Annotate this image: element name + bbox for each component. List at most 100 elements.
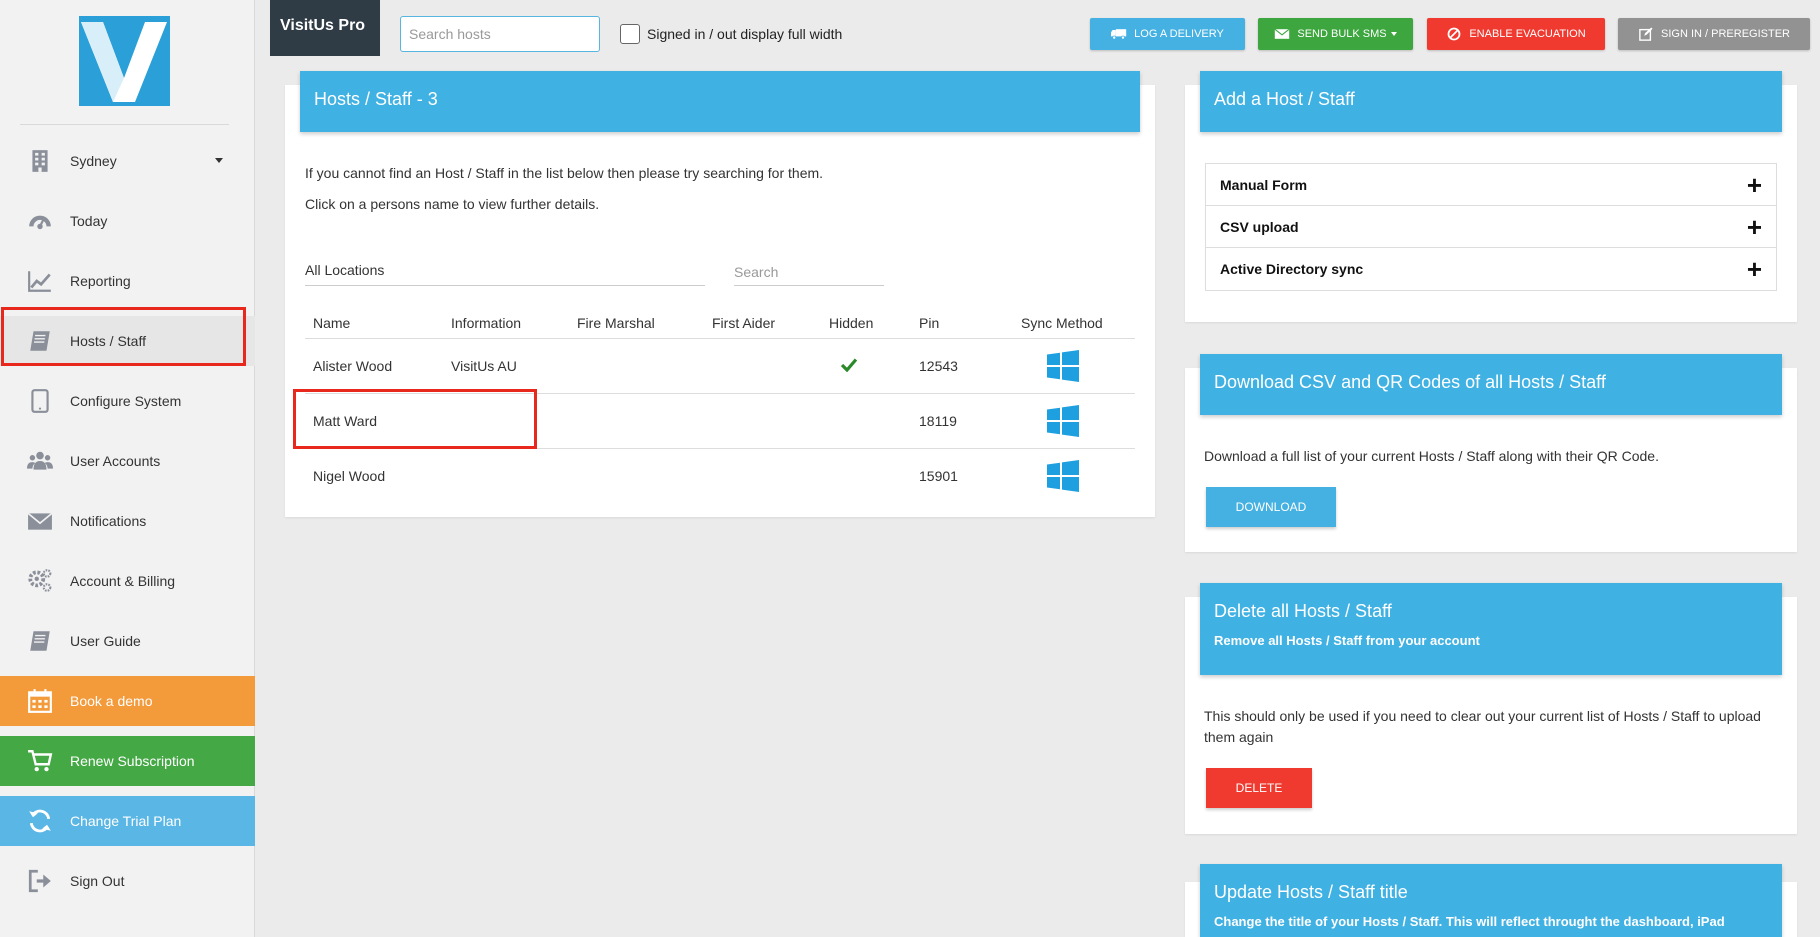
book-icon xyxy=(26,327,54,355)
location-label: Sydney xyxy=(70,153,117,169)
check-icon xyxy=(841,358,857,372)
table-divider xyxy=(305,393,1135,394)
full-width-toggle[interactable]: Signed in / out display full width xyxy=(620,24,842,44)
sidebar-item-label: Hosts / Staff xyxy=(70,333,146,349)
column-header-fire-marshal[interactable]: Fire Marshal xyxy=(577,315,655,331)
accordion-csv-upload[interactable]: CSV upload + xyxy=(1206,206,1776,248)
enable-evacuation-button[interactable]: ENABLE EVACUATION xyxy=(1427,18,1605,50)
sidebar-divider xyxy=(20,124,229,125)
location-filter-select[interactable]: All Locations xyxy=(305,258,705,286)
send-bulk-sms-label: SEND BULK SMS xyxy=(1297,28,1387,40)
accordion-label: Active Directory sync xyxy=(1220,261,1364,277)
sign-in-preregister-button[interactable]: SIGN IN / PREREGISTER xyxy=(1618,18,1810,50)
users-icon xyxy=(26,447,54,475)
app-brand: VisitUs Pro xyxy=(270,0,380,56)
sidebar-item-reporting[interactable]: Reporting xyxy=(0,256,255,306)
chart-icon xyxy=(26,267,54,295)
add-host-accordion: Manual Form + CSV upload + Active Direct… xyxy=(1205,163,1777,291)
windows-icon xyxy=(1047,405,1079,437)
accordion-manual-form[interactable]: Manual Form + xyxy=(1206,164,1776,206)
column-header-name[interactable]: Name xyxy=(313,315,350,331)
table-divider xyxy=(305,448,1135,449)
delete-panel-subtitle: Remove all Hosts / Staff from your accou… xyxy=(1214,633,1480,648)
host-pin: 15901 xyxy=(919,468,958,484)
download-panel-header: Download CSV and QR Codes of all Hosts /… xyxy=(1200,354,1782,415)
sidebar: Sydney Today Reporting Hosts / Staff Con… xyxy=(0,0,255,937)
download-panel-text: Download a full list of your current Hos… xyxy=(1204,448,1659,464)
accordion-label: Manual Form xyxy=(1220,176,1308,193)
hosts-search-input[interactable] xyxy=(734,258,884,286)
hosts-panel xyxy=(285,85,1155,517)
update-title-panel-subtitle: Change the title of your Hosts / Staff. … xyxy=(1214,914,1725,929)
envelope-icon xyxy=(1274,28,1290,39)
sidebar-item-label: User Guide xyxy=(70,633,141,649)
add-host-panel-header: Add a Host / Staff xyxy=(1200,71,1782,132)
edit-icon xyxy=(1639,27,1653,41)
host-pin: 12543 xyxy=(919,358,958,374)
update-title-panel-header: Update Hosts / Staff title Change the ti… xyxy=(1200,864,1782,937)
full-width-label: Signed in / out display full width xyxy=(647,26,843,42)
hosts-intro-text: If you cannot find an Host / Staff in th… xyxy=(305,165,824,181)
sidebar-item-user-guide[interactable]: User Guide xyxy=(0,616,255,666)
column-header-sync-method[interactable]: Sync Method xyxy=(1021,315,1103,331)
update-title-panel-title: Update Hosts / Staff title xyxy=(1214,882,1408,902)
hosts-panel-header: Hosts / Staff - 3 xyxy=(300,71,1140,132)
book-icon xyxy=(26,627,54,655)
calendar-icon xyxy=(26,687,54,715)
enable-evacuation-label: ENABLE EVACUATION xyxy=(1469,28,1586,40)
download-button[interactable]: DOWNLOAD xyxy=(1206,487,1336,527)
sidebar-item-book-demo[interactable]: Book a demo xyxy=(0,676,255,726)
location-selector[interactable]: Sydney xyxy=(0,136,255,186)
sidebar-item-sign-out[interactable]: Sign Out xyxy=(0,856,255,906)
host-name-link[interactable]: Alister Wood xyxy=(313,358,392,374)
sidebar-item-change-trial-plan[interactable]: Change Trial Plan xyxy=(0,796,255,846)
full-width-checkbox[interactable] xyxy=(620,24,640,44)
sidebar-item-label: Book a demo xyxy=(70,693,153,709)
gears-icon xyxy=(26,567,54,595)
sidebar-item-user-accounts[interactable]: User Accounts xyxy=(0,436,255,486)
sidebar-item-label: Account & Billing xyxy=(70,573,176,589)
sidebar-item-label: Renew Subscription xyxy=(70,753,195,769)
column-header-information[interactable]: Information xyxy=(451,315,521,331)
column-header-pin[interactable]: Pin xyxy=(919,315,939,331)
column-header-first-aider[interactable]: First Aider xyxy=(712,315,775,331)
envelope-icon xyxy=(26,507,54,535)
host-name-link[interactable]: Nigel Wood xyxy=(313,468,385,484)
delete-panel-text-2: them again xyxy=(1204,729,1274,745)
accordion-label: CSV upload xyxy=(1220,218,1299,235)
sidebar-item-today[interactable]: Today xyxy=(0,196,255,246)
truck-icon xyxy=(1111,29,1127,40)
table-divider xyxy=(305,338,1135,339)
delete-panel-header: Delete all Hosts / Staff Remove all Host… xyxy=(1200,583,1782,675)
log-delivery-button[interactable]: LOG A DELIVERY xyxy=(1090,18,1245,50)
send-bulk-sms-button[interactable]: SEND BULK SMS xyxy=(1258,18,1413,50)
add-host-panel-title: Add a Host / Staff xyxy=(1214,89,1355,109)
cart-icon xyxy=(26,747,54,775)
host-name-link[interactable]: Matt Ward xyxy=(313,413,377,429)
dashboard-icon xyxy=(26,207,54,235)
ban-icon xyxy=(1447,27,1461,41)
sidebar-item-renew-subscription[interactable]: Renew Subscription xyxy=(0,736,255,786)
visitus-logo[interactable] xyxy=(79,16,170,106)
sign-out-icon xyxy=(26,867,54,895)
logo-v-icon xyxy=(79,16,170,106)
caret-down-icon xyxy=(1390,32,1397,36)
sign-in-preregister-label: SIGN IN / PREREGISTER xyxy=(1661,28,1790,40)
sidebar-item-label: Today xyxy=(70,213,108,229)
building-icon xyxy=(26,147,54,175)
sidebar-item-account-billing[interactable]: Account & Billing xyxy=(0,556,255,606)
download-panel-title: Download CSV and QR Codes of all Hosts /… xyxy=(1214,372,1606,392)
hosts-panel-title: Hosts / Staff - 3 xyxy=(314,89,438,109)
plus-icon: + xyxy=(1746,211,1762,242)
refresh-icon xyxy=(26,807,54,835)
chevron-down-icon xyxy=(215,158,223,163)
search-hosts-input[interactable] xyxy=(400,16,600,52)
sidebar-item-configure-system[interactable]: Configure System xyxy=(0,376,255,426)
sidebar-item-hosts-staff[interactable]: Hosts / Staff xyxy=(0,316,255,366)
windows-icon xyxy=(1047,460,1079,492)
accordion-active-directory-sync[interactable]: Active Directory sync + xyxy=(1206,248,1776,290)
sidebar-item-label: Reporting xyxy=(70,273,131,289)
sidebar-item-notifications[interactable]: Notifications xyxy=(0,496,255,546)
column-header-hidden[interactable]: Hidden xyxy=(829,315,873,331)
delete-button[interactable]: DELETE xyxy=(1206,768,1312,808)
